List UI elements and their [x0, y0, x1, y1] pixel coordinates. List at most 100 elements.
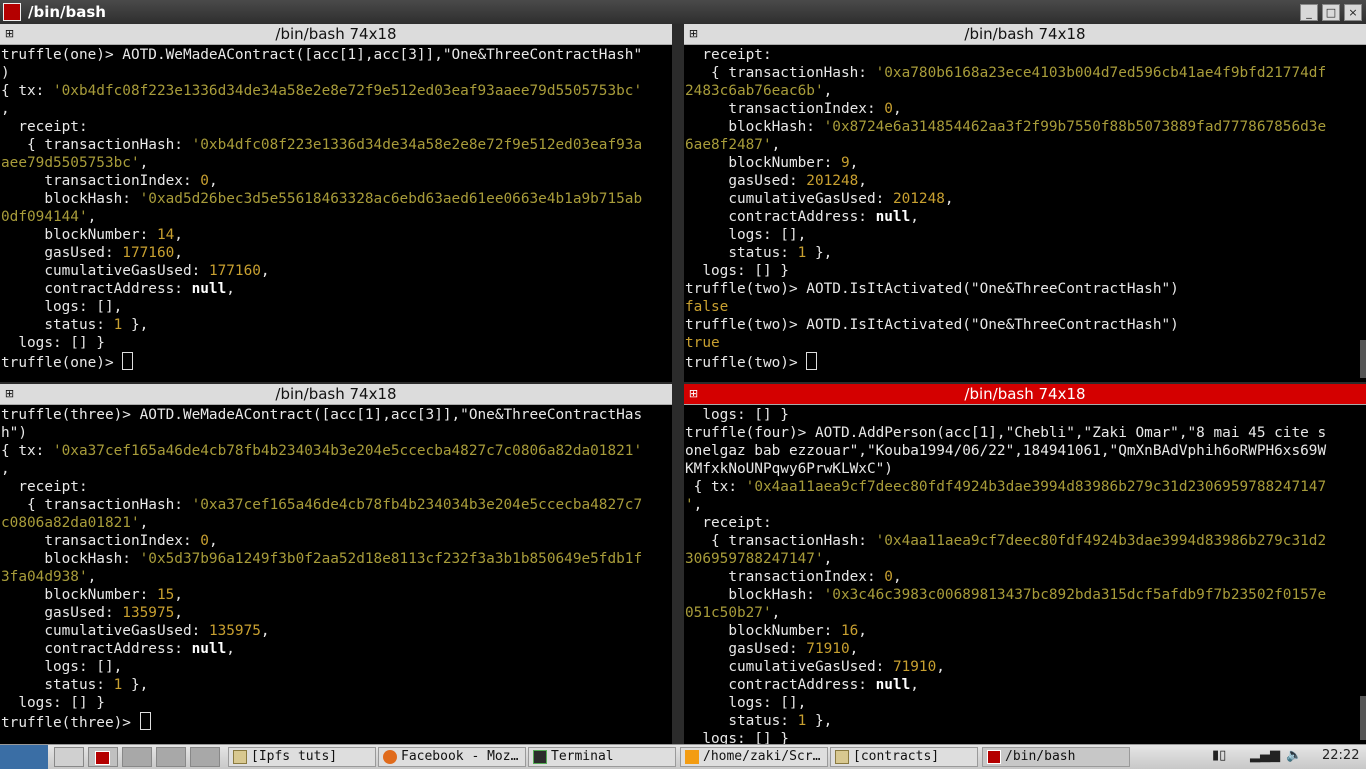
workspace-4[interactable] [156, 747, 186, 767]
start-menu-button[interactable] [0, 745, 48, 769]
terminal-text: '0xa37cef165a46de4cb78fb4b234034b3e204e5… [191, 497, 643, 513]
terminal-text: true [685, 335, 720, 351]
terminal-text: }, [122, 677, 149, 693]
terminal-text: }, [122, 317, 149, 333]
terminal-line: transactionIndex: 0, [685, 568, 1366, 586]
terminal-pane-one[interactable]: ⊞ /bin/bash 74x18 truffle(one)> AOTD.WeM… [0, 24, 672, 382]
terminal-line: logs: [], [685, 226, 1366, 244]
terminal-line: transactionIndex: 0, [1, 172, 672, 190]
workspace-5[interactable] [190, 747, 220, 767]
terminal-text: truffle(one)> AOTD.WeMadeAContract([acc[… [1, 47, 643, 63]
volume-icon[interactable]: 🔈 [1286, 748, 1302, 763]
terminal-line: gasUsed: 201248, [685, 172, 1366, 190]
terminal-text: , [771, 605, 781, 621]
terminal-text: '0x4aa11aea9cf7deec80fdf4924b3dae3994d83… [745, 479, 1327, 495]
terminal-text: transactionIndex: [1, 173, 201, 189]
workspace-1[interactable] [54, 747, 84, 767]
terminal-text: , [139, 155, 149, 171]
terminal-text: 2483c6ab76eac6b' [685, 83, 824, 99]
terminal-line: { transactionHash: '0xa37cef165a46de4cb7… [1, 496, 672, 514]
pane-header: ⊞ /bin/bash 74x18 [684, 24, 1366, 45]
terminal-text: transactionIndex: [685, 101, 885, 117]
terminal-output[interactable]: logs: [] } truffle(four)> AOTD.AddPerson(… [684, 406, 1366, 744]
clock[interactable]: 22:22 [1322, 748, 1359, 763]
taskbar-item-terminal[interactable]: Terminal [528, 747, 676, 767]
network-signal-icon[interactable]: ▂▄▆ [1250, 748, 1280, 763]
terminal-line: truffle(three)> AOTD.WeMadeAContract([ac… [1, 406, 672, 424]
terminal-text: cumulativeGasUsed: [1, 263, 209, 279]
terminal-line: receipt: [1, 118, 672, 136]
terminal-text: blockHash: [685, 119, 824, 135]
terminal-line: blockNumber: 14, [1, 226, 672, 244]
workspace-3[interactable] [122, 747, 152, 767]
battery-icon[interactable]: ▮▯ [1212, 748, 1226, 763]
grid-icon[interactable]: ⊞ [3, 387, 16, 400]
window-title: /bin/bash [28, 3, 106, 21]
terminal-text: truffle(two)> [685, 355, 807, 371]
terminal-text: 135975 [122, 605, 175, 621]
terminal-text: }, [806, 713, 833, 729]
terminal-line: true [685, 334, 1366, 352]
terminal-text: h") [1, 425, 27, 441]
terminal-text: 177160 [122, 245, 175, 261]
minimize-button[interactable]: _ [1300, 4, 1318, 21]
taskbar-item-sublime[interactable]: /home/zaki/Scr… [680, 747, 828, 767]
taskbar-item-facebook[interactable]: Facebook - Moz… [378, 747, 526, 767]
terminator-app-icon[interactable] [3, 3, 21, 21]
terminal-text: 0 [200, 173, 209, 189]
pane-header: ⊞ /bin/bash 74x18 [0, 384, 672, 405]
taskbar-item-ipfs-tuts[interactable]: [Ipfs tuts] [228, 747, 376, 767]
terminal-icon [533, 750, 547, 764]
terminal-text: contractAddress: [1, 281, 192, 297]
taskbar-item-contracts[interactable]: [contracts] [830, 747, 978, 767]
terminal-line: truffle(two)> [685, 352, 1366, 371]
terminal-line: blockHash: '0x5d37b96a1249f3b0f2aa52d18e… [1, 550, 672, 568]
terminal-text: aee79d5505753bc' [1, 155, 140, 171]
terminal-text: 0 [200, 533, 209, 549]
terminal-text: , [226, 641, 235, 657]
terminal-line: ) [1, 64, 672, 82]
terminal-output[interactable]: receipt: { transactionHash: '0xa780b6168… [684, 46, 1366, 382]
terminal-line: logs: [] } [1, 694, 672, 712]
terminal-pane-two[interactable]: ⊞ /bin/bash 74x18 receipt: { transaction… [684, 24, 1366, 382]
grid-icon[interactable]: ⊞ [687, 27, 700, 40]
close-button[interactable]: × [1344, 4, 1362, 21]
workspace-2[interactable] [88, 747, 118, 767]
grid-icon[interactable]: ⊞ [3, 27, 16, 40]
terminal-text: logs: [] } [685, 263, 789, 279]
terminal-text: truffle(three)> AOTD.WeMadeAContract([ac… [1, 407, 643, 423]
terminal-text: '0x3c46c3983c00689813437bc892bda315dcf5a… [823, 587, 1327, 603]
terminal-text: logs: [], [685, 227, 807, 243]
terminal-text: 1 [797, 245, 807, 261]
scrollbar[interactable] [1360, 696, 1366, 740]
taskbar-item-bin-bash[interactable]: /bin/bash [982, 747, 1130, 767]
terminal-line: contractAddress: null, [1, 280, 672, 298]
maximize-button[interactable]: □ [1322, 4, 1340, 21]
taskbar-item-label: /bin/bash [1005, 749, 1076, 764]
terminal-output[interactable]: truffle(one)> AOTD.WeMadeAContract([acc[… [0, 46, 672, 382]
terminal-text: }, [806, 245, 833, 261]
terminal-line: 2483c6ab76eac6b', [685, 82, 1366, 100]
terminal-text: 177160 [208, 263, 261, 279]
terminal-text: , [174, 227, 183, 243]
terminal-output[interactable]: truffle(three)> AOTD.WeMadeAContract([ac… [0, 406, 672, 744]
terminal-text: '0xad5d26bec3d5e55618463328ac6ebd63aed61… [139, 191, 643, 207]
terminal-text: c0806a82da01821' [1, 515, 140, 531]
terminal-line: logs: [] } [1, 334, 672, 352]
terminal-cursor [122, 352, 134, 370]
terminal-line: logs: [] } [685, 262, 1366, 280]
terminal-text: , [910, 209, 919, 225]
terminal-line: 3fa04d938', [1, 568, 672, 586]
terminal-line: receipt: [685, 46, 1366, 64]
grid-icon[interactable]: ⊞ [687, 387, 700, 400]
terminal-pane-four[interactable]: ⊞ /bin/bash 74x18 logs: [] } truffle(four… [684, 384, 1366, 744]
scrollbar[interactable] [1360, 340, 1366, 378]
pane-splitter-vertical[interactable] [672, 24, 684, 744]
pane-header-active: ⊞ /bin/bash 74x18 [684, 384, 1366, 405]
terminal-text: '0x5d37b96a1249f3b0f2aa52d18e8113cf232f3… [139, 551, 643, 567]
terminal-pane-three[interactable]: ⊞ /bin/bash 74x18 truffle(three)> AOTD.W… [0, 384, 672, 744]
terminal-text: logs: [] } [685, 407, 789, 423]
terminal-text: , [823, 83, 833, 99]
terminal-text: 1 [113, 677, 123, 693]
pane-splitter-horizontal[interactable] [0, 382, 1366, 384]
